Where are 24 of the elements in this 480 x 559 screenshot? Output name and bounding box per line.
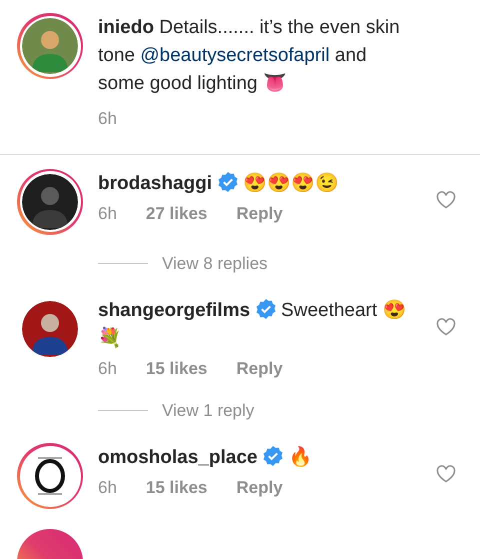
reply-link[interactable]: Reply <box>236 200 283 226</box>
username-link[interactable]: iniedo <box>98 17 154 38</box>
timestamp: 6h <box>98 358 117 380</box>
like-heart-icon[interactable] <box>436 465 456 483</box>
timestamp: 6h <box>98 108 117 130</box>
timestamp: 6h <box>98 202 117 224</box>
reply-link[interactable]: Reply <box>236 475 283 500</box>
like-heart-icon[interactable] <box>436 190 456 208</box>
timestamp: 6h <box>98 477 117 499</box>
likes-count[interactable]: 27 likes <box>146 200 208 226</box>
username-link[interactable]: omosholas_place <box>98 447 258 468</box>
comment-text: omosholas_place 🔥 <box>98 444 314 470</box>
username-link[interactable]: brodashaggi <box>98 172 212 194</box>
reply-link[interactable]: Reply <box>236 356 283 382</box>
comment-text: brodashaggi 😍😍😍😉 <box>98 170 340 196</box>
comment-text: shangeorgefilms Sweetheart 😍💐 <box>98 297 408 351</box>
comment-text: iniedo Details....... it’s the even skin tone @beautysecretsofapril and some good lighting 👅 <box>98 16 401 96</box>
view-replies-link[interactable]: View 8 replies <box>162 250 268 276</box>
view-replies-link[interactable]: View 1 reply <box>162 398 254 423</box>
likes-count[interactable]: 15 likes <box>146 356 208 382</box>
username-link[interactable]: shangeorgefilms <box>98 300 250 321</box>
likes-count[interactable]: 15 likes <box>146 475 208 500</box>
mention-link[interactable]: @beautysecretsofapril <box>140 45 330 66</box>
like-heart-icon[interactable] <box>436 318 456 336</box>
